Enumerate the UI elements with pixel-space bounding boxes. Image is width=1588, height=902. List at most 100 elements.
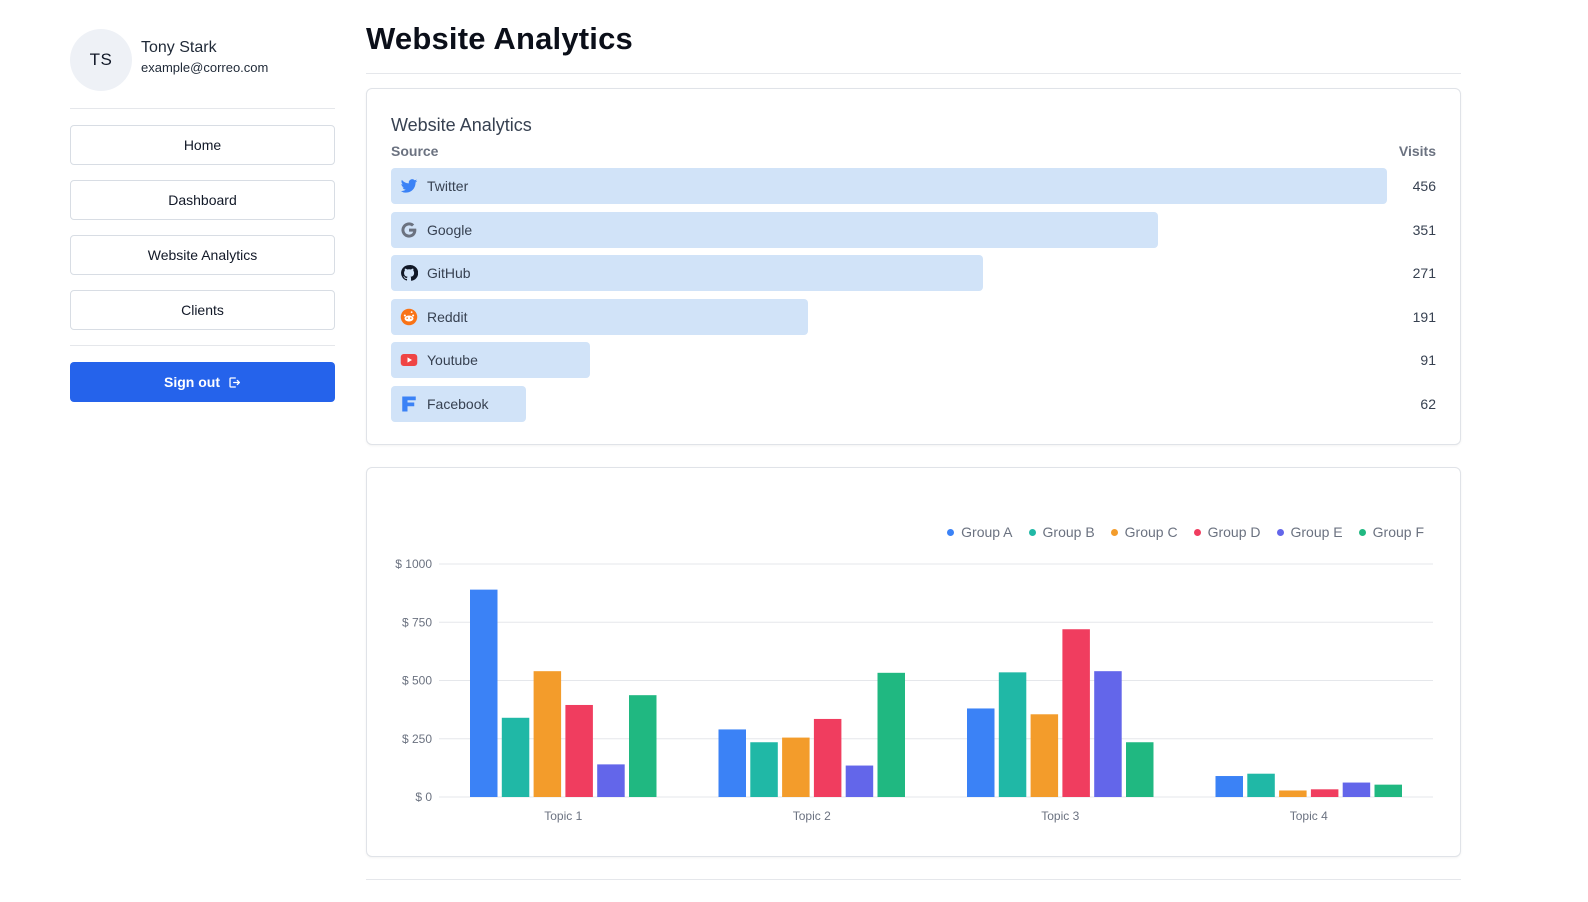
source-row-youtube: Youtube 91	[391, 342, 1436, 378]
source-row-reddit: Reddit 191	[391, 299, 1436, 335]
chart-bar[interactable]	[998, 672, 1027, 797]
legend-item[interactable]: Group C	[1110, 524, 1178, 540]
analytics-card: Website Analytics Source Visits Twitter …	[366, 88, 1461, 445]
nav-item-dashboard[interactable]: Dashboard	[70, 180, 335, 220]
user-email: example@correo.com	[141, 60, 269, 75]
visits-value: 351	[1412, 222, 1436, 238]
youtube-icon	[400, 354, 418, 366]
legend-label: Group B	[1042, 524, 1095, 540]
nav-list: Home Dashboard Website Analytics Clients	[70, 125, 335, 330]
visits-value: 62	[1420, 396, 1436, 412]
legend-dot	[1276, 528, 1284, 536]
legend-label: Group F	[1372, 524, 1424, 540]
legend-label: Group D	[1207, 524, 1261, 540]
chart-bar[interactable]	[718, 729, 747, 797]
legend-dot	[1193, 528, 1201, 536]
source-label: Reddit	[427, 309, 468, 325]
chart-card: $ 0 $ 250 $ 500 $ 750 $ 1000 Topic 1 Topic 2 To…	[366, 467, 1461, 857]
chart-bar[interactable]	[782, 737, 810, 797]
sidebar: TS Tony Stark example@correo.com Home Da…	[70, 28, 335, 402]
source-label: Twitter	[427, 178, 469, 194]
sidebar-divider	[70, 345, 335, 346]
source-label: Facebook	[427, 396, 489, 412]
google-icon	[401, 222, 417, 238]
legend-item[interactable]: Group D	[1193, 524, 1261, 540]
bottom-divider	[366, 879, 1461, 880]
legend-item[interactable]: Group E	[1276, 524, 1343, 540]
chart-bar[interactable]	[1342, 782, 1371, 797]
chart-bar[interactable]	[533, 671, 562, 797]
chart-bar[interactable]	[1279, 790, 1307, 797]
legend-item[interactable]: Group B	[1028, 524, 1095, 540]
visits-value: 271	[1412, 265, 1436, 281]
github-icon	[401, 265, 418, 281]
facebook-icon	[402, 396, 416, 412]
y-tick-label: $ 750	[402, 615, 432, 629]
analytics-card-title: Website Analytics	[391, 115, 532, 135]
source-label: Youtube	[427, 352, 478, 368]
chart-bar[interactable]	[1126, 742, 1154, 797]
chart-bar[interactable]	[845, 765, 874, 797]
source-row-facebook: Facebook 62	[391, 386, 1436, 422]
nav-item-clients[interactable]: Clients	[70, 290, 335, 330]
source-label: Google	[427, 222, 473, 238]
legend-item[interactable]: Group F	[1358, 524, 1424, 540]
visits-column-header: Visits	[1398, 143, 1436, 159]
source-column-header: Source	[391, 143, 439, 159]
chart-bar[interactable]	[501, 717, 530, 797]
chart-bar[interactable]	[629, 695, 657, 797]
twitter-icon	[400, 179, 418, 193]
legend-item[interactable]: Group A	[947, 524, 1013, 540]
user-profile: TS Tony Stark example@correo.com	[70, 28, 335, 92]
chart-bar[interactable]	[597, 764, 625, 797]
y-tick-label: $ 250	[402, 732, 432, 746]
chart-bar[interactable]	[1094, 671, 1122, 797]
visits-bar	[391, 255, 983, 291]
legend-dot	[1110, 528, 1118, 536]
profile-text: Tony Stark example@correo.com	[141, 39, 269, 78]
chart-bar[interactable]	[1030, 714, 1059, 797]
chart-bar[interactable]	[470, 589, 498, 797]
page-title: Website Analytics	[366, 21, 633, 56]
sidebar-divider	[70, 108, 335, 109]
chart-bar[interactable]	[813, 718, 842, 797]
chart-bar[interactable]	[565, 704, 593, 797]
legend-dot	[1028, 528, 1036, 536]
x-tick-label: Topic 1	[544, 809, 582, 823]
legend-label: Group A	[961, 524, 1013, 540]
title-divider	[366, 73, 1461, 74]
chart-bar[interactable]	[877, 672, 906, 797]
nav-item-home[interactable]: Home	[70, 125, 335, 165]
chart-bar[interactable]	[1062, 629, 1090, 797]
chart-legend: Group A Group B Group C Group D Group E …	[931, 524, 1424, 540]
visits-value: 456	[1412, 178, 1436, 194]
visits-bar	[391, 168, 1387, 204]
y-tick-label: $ 1000	[395, 557, 432, 571]
visits-value: 91	[1420, 352, 1436, 368]
reddit-icon	[400, 308, 418, 326]
chart-bar[interactable]	[1374, 784, 1403, 797]
legend-label: Group E	[1290, 524, 1343, 540]
chart-bar[interactable]	[967, 708, 995, 797]
legend-dot	[1358, 528, 1366, 536]
main-content: Website Analytics Website Analytics Sour…	[366, 0, 1461, 857]
source-row-google: Google 351	[391, 212, 1436, 248]
nav-item-website-analytics[interactable]: Website Analytics	[70, 235, 335, 275]
visits-bar	[391, 212, 1158, 248]
legend-label: Group C	[1124, 524, 1178, 540]
chart-bar[interactable]	[1215, 776, 1244, 797]
sign-out-button[interactable]: Sign out	[70, 362, 335, 402]
x-tick-label: Topic 3	[1041, 809, 1079, 823]
source-label: GitHub	[427, 265, 471, 281]
chart-bar[interactable]	[1247, 773, 1275, 797]
user-name: Tony Stark	[141, 39, 217, 56]
source-row-github: GitHub 271	[391, 255, 1436, 291]
x-tick-label: Topic 4	[1290, 809, 1328, 823]
sign-out-icon	[229, 376, 241, 388]
visits-value: 191	[1412, 309, 1436, 325]
chart-bar[interactable]	[1310, 789, 1339, 797]
visits-bar	[391, 342, 590, 378]
chart-bar[interactable]	[750, 742, 778, 797]
legend-dot	[947, 528, 955, 536]
y-tick-label: $ 500	[402, 674, 432, 688]
